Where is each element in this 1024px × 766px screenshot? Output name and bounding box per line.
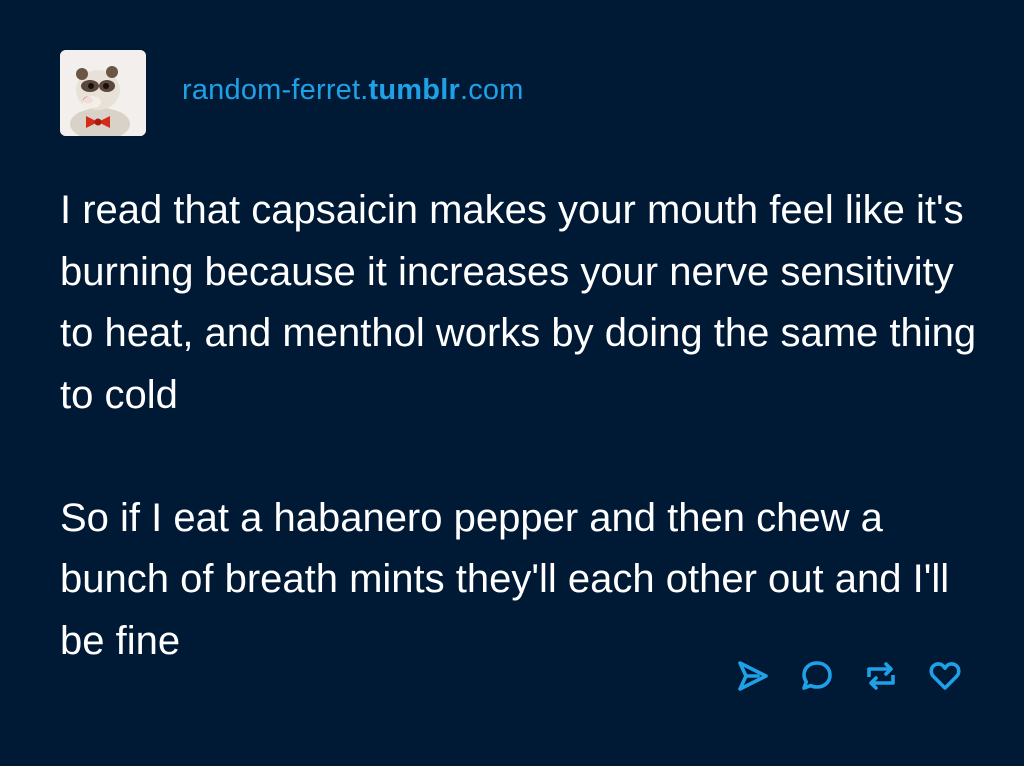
ferret-avatar-icon bbox=[60, 50, 146, 136]
reply-icon bbox=[802, 661, 832, 690]
blog-name-prefix: random-ferret. bbox=[182, 73, 369, 106]
blog-name-suffix: .com bbox=[459, 73, 524, 106]
post-body: I read that capsaicin makes your mouth f… bbox=[60, 180, 980, 672]
share-button[interactable] bbox=[734, 657, 772, 695]
share-icon bbox=[738, 661, 768, 691]
blog-name-link[interactable]: random-ferret.tumblr.com bbox=[182, 74, 524, 107]
reblog-button[interactable] bbox=[862, 657, 900, 695]
post-header: random-ferret.tumblr.com bbox=[60, 50, 524, 136]
reply-button[interactable] bbox=[798, 657, 836, 695]
like-button[interactable] bbox=[926, 657, 964, 695]
heart-icon bbox=[929, 662, 961, 690]
post-actions bbox=[734, 657, 964, 695]
reblog-icon bbox=[867, 662, 895, 690]
post-paragraph: I read that capsaicin makes your mouth f… bbox=[60, 188, 977, 417]
tumblr-post: random-ferret.tumblr.com I read that cap… bbox=[0, 0, 1024, 766]
blog-avatar[interactable] bbox=[60, 50, 146, 136]
blog-name-brand: tumblr bbox=[368, 73, 460, 106]
post-paragraph: So if I eat a habanero pepper and then c… bbox=[60, 495, 950, 663]
